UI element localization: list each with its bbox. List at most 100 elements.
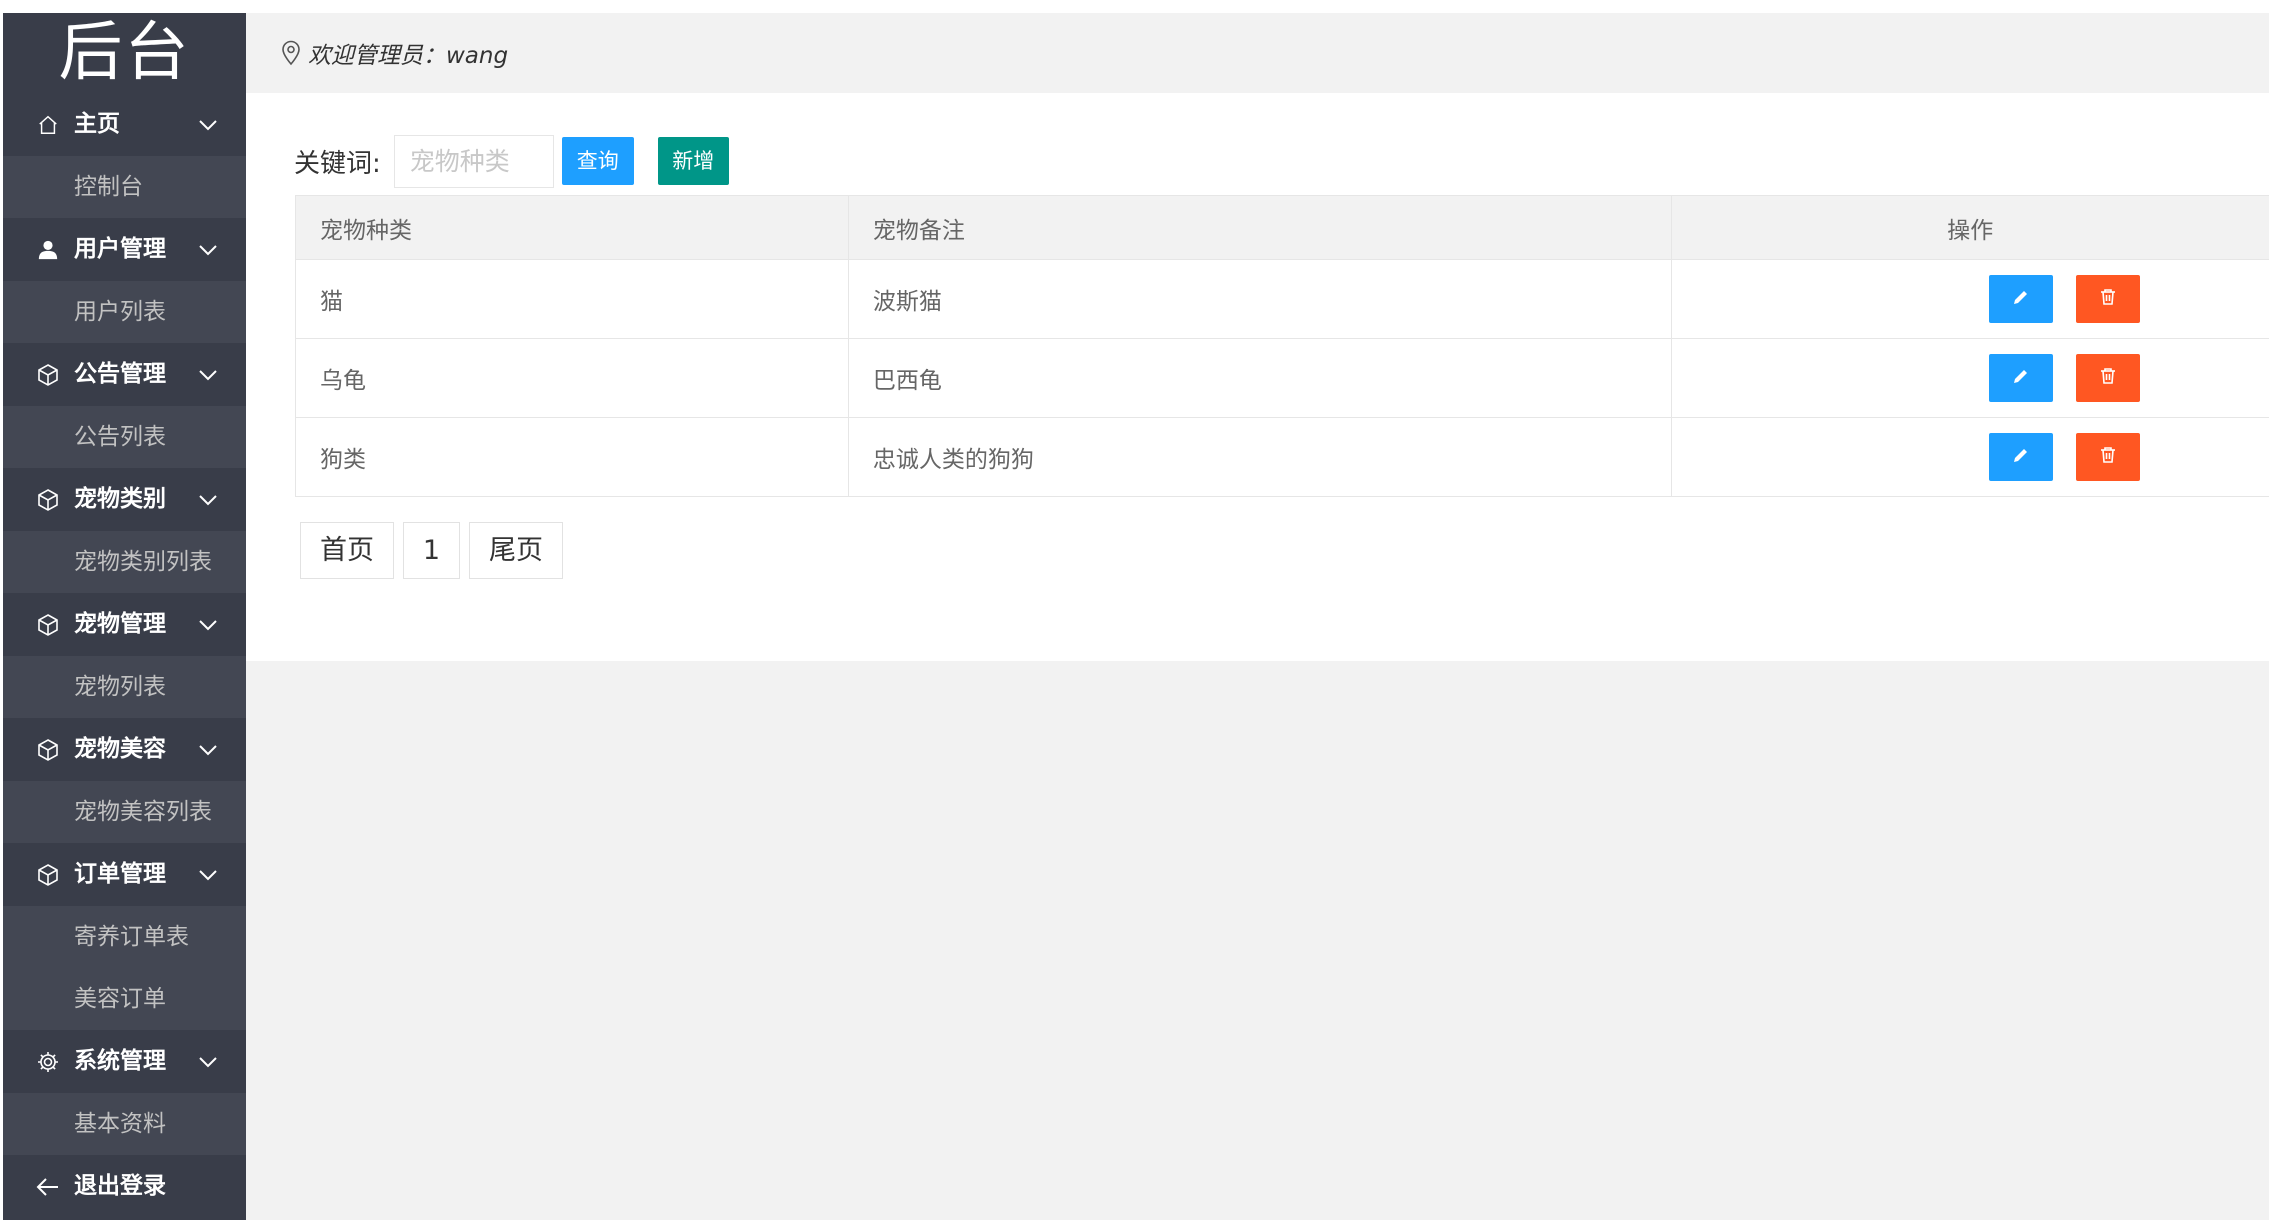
add-button[interactable]: 新增 — [657, 137, 729, 185]
column-header-actions: 操作 — [1670, 195, 2269, 260]
table-row: 乌龟 巴西龟 — [295, 338, 2269, 418]
trash-icon — [2099, 444, 2117, 470]
submenu-orders: 寄养订单表 美容订单 — [3, 906, 246, 1030]
keyword-label: 关键词: — [294, 148, 381, 179]
cube-icon — [33, 843, 63, 906]
pencil-icon — [2012, 365, 2030, 391]
cube-icon — [33, 718, 63, 781]
page-number-button[interactable]: 1 — [403, 522, 460, 579]
chevron-down-icon — [198, 343, 218, 406]
menu-group-notices: 公告管理 公告列表 — [3, 343, 246, 468]
column-header-note: 宠物备注 — [847, 195, 1672, 260]
chevron-down-icon — [198, 468, 218, 531]
menu-group-users: 用户管理 用户列表 — [3, 218, 246, 343]
cell-actions — [1670, 338, 2269, 418]
sidebar-item-grooming-orders[interactable]: 美容订单 — [3, 968, 246, 1030]
sidebar-item-boarding-orders[interactable]: 寄养订单表 — [3, 906, 246, 968]
cell-type: 乌龟 — [295, 338, 849, 418]
chevron-down-icon — [198, 1030, 218, 1093]
menu-title-system[interactable]: 系统管理 — [3, 1030, 246, 1093]
home-icon — [33, 93, 63, 156]
submenu-pets: 宠物列表 — [3, 656, 246, 718]
menu-group-home: 主页 控制台 — [3, 93, 246, 218]
logo: 后台 — [58, 16, 191, 90]
edit-button[interactable] — [1988, 275, 2053, 323]
submenu-notices: 公告列表 — [3, 406, 246, 468]
user-icon — [33, 218, 63, 281]
query-button[interactable]: 查询 — [561, 137, 634, 185]
submenu-grooming: 宠物美容列表 — [3, 781, 246, 843]
chevron-down-icon — [198, 93, 218, 156]
chevron-down-icon — [198, 593, 218, 656]
trash-icon — [2099, 365, 2117, 391]
sidebar-item-console[interactable]: 控制台 — [3, 156, 246, 218]
column-header-type: 宠物种类 — [295, 195, 849, 260]
menu-title-grooming[interactable]: 宠物美容 — [3, 718, 246, 781]
pencil-icon — [2012, 286, 2030, 312]
sidebar-item-user-list[interactable]: 用户列表 — [3, 281, 246, 343]
menu-title-label: 订单管理 — [74, 861, 166, 887]
menu-title-label: 宠物美容 — [74, 736, 166, 762]
sidebar-item-grooming-list[interactable]: 宠物美容列表 — [3, 781, 246, 843]
edit-button[interactable] — [1988, 354, 2053, 402]
search-input[interactable] — [393, 134, 554, 188]
menu-title-pets[interactable]: 宠物管理 — [3, 593, 246, 656]
cell-note: 忠诚人类的狗狗 — [847, 417, 1672, 497]
sidebar-item-profile[interactable]: 基本资料 — [3, 1093, 246, 1155]
chevron-down-icon — [198, 843, 218, 906]
first-page-button[interactable]: 首页 — [300, 522, 394, 579]
logout-button[interactable]: 退出登录 — [3, 1155, 246, 1218]
last-page-button[interactable]: 尾页 — [469, 522, 563, 579]
table-header-row: 宠物种类 宠物备注 操作 — [295, 195, 2269, 260]
cube-icon — [33, 468, 63, 531]
delete-button[interactable] — [2075, 433, 2140, 481]
menu-title-notices[interactable]: 公告管理 — [3, 343, 246, 406]
location-pin-icon — [280, 40, 302, 66]
edit-button[interactable] — [1988, 433, 2053, 481]
table-row: 狗类 忠诚人类的狗狗 — [295, 417, 2269, 497]
welcome-label: 欢迎管理员：wang — [308, 43, 509, 69]
menu-title-label: 宠物管理 — [74, 611, 166, 637]
cube-icon — [33, 593, 63, 656]
cell-note: 巴西龟 — [847, 338, 1672, 418]
menu-title-orders[interactable]: 订单管理 — [3, 843, 246, 906]
logout-label: 退出登录 — [74, 1173, 166, 1199]
menu-title-label: 系统管理 — [74, 1048, 166, 1074]
cell-type: 猫 — [295, 259, 849, 339]
sidebar: 后台 主页 控制台 用户管理 用户列表 公告管理 公告列表 宠物类别 宠物类别列… — [3, 13, 246, 1220]
cell-note: 波斯猫 — [847, 259, 1672, 339]
menu-group-orders: 订单管理 寄养订单表 美容订单 — [3, 843, 246, 1030]
top-header: 欢迎管理员：wang — [246, 13, 2269, 93]
submenu-home: 控制台 — [3, 156, 246, 218]
submenu-pet-category: 宠物类别列表 — [3, 531, 246, 593]
menu-title-home[interactable]: 主页 — [3, 93, 246, 156]
menu-group-grooming: 宠物美容 宠物美容列表 — [3, 718, 246, 843]
delete-button[interactable] — [2075, 275, 2140, 323]
menu-title-label: 主页 — [74, 111, 120, 137]
chevron-down-icon — [198, 718, 218, 781]
trash-icon — [2099, 286, 2117, 312]
cell-type: 狗类 — [295, 417, 849, 497]
sidebar-item-pet-category-list[interactable]: 宠物类别列表 — [3, 531, 246, 593]
pencil-icon — [2012, 444, 2030, 470]
menu-title-label: 宠物类别 — [74, 486, 166, 512]
menu-group-pets: 宠物管理 宠物列表 — [3, 593, 246, 718]
submenu-system: 基本资料 — [3, 1093, 246, 1155]
menu-title-label: 用户管理 — [74, 236, 166, 262]
arrow-left-icon — [33, 1155, 63, 1218]
cube-icon — [33, 343, 63, 406]
welcome-text: 欢迎管理员：wang — [280, 13, 508, 93]
delete-button[interactable] — [2075, 354, 2140, 402]
cell-actions — [1670, 417, 2269, 497]
gear-icon — [33, 1030, 63, 1093]
menu-group-pet-category: 宠物类别 宠物类别列表 — [3, 468, 246, 593]
sidebar-item-notice-list[interactable]: 公告列表 — [3, 406, 246, 468]
menu-group-system: 系统管理 基本资料 — [3, 1030, 246, 1155]
search-toolbar: 关键词: 查询 新增 — [294, 134, 729, 188]
menu-title-users[interactable]: 用户管理 — [3, 218, 246, 281]
table-row: 猫 波斯猫 — [295, 259, 2269, 339]
chevron-down-icon — [198, 218, 218, 281]
sidebar-item-pet-list[interactable]: 宠物列表 — [3, 656, 246, 718]
menu-title-pet-category[interactable]: 宠物类别 — [3, 468, 246, 531]
cell-actions — [1670, 259, 2269, 339]
